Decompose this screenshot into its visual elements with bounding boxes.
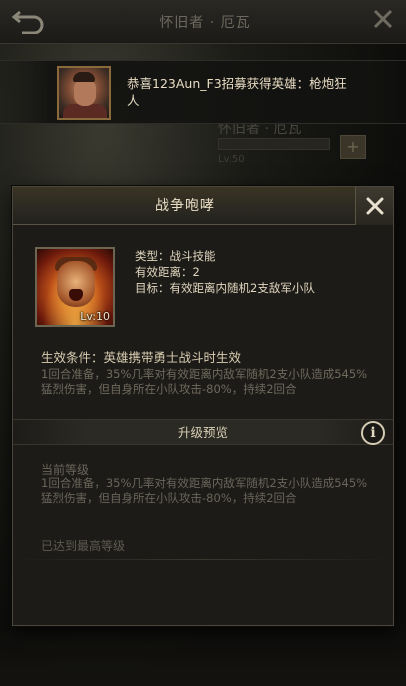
max-level-text: 已达到最高等级 bbox=[41, 539, 126, 553]
skill-target: 目标：有效距离内随机2支敌军小队 bbox=[135, 281, 315, 295]
skill-type: 类型：战斗技能 bbox=[135, 249, 216, 263]
background-progress-bar bbox=[218, 138, 330, 150]
hero-avatar bbox=[57, 66, 111, 120]
dialog-title: 战争咆哮 bbox=[155, 198, 215, 214]
skill-dialog: 战争咆哮 Lv:10 类型：战斗技能 有效距离：2 目标：有效距离内随机2支敌军… bbox=[12, 186, 394, 626]
notification-text: 恭喜123Aun_F3招募获得英雄：枪炮狂人 bbox=[127, 76, 347, 108]
divider bbox=[13, 559, 393, 560]
dialog-header: 战争咆哮 bbox=[13, 187, 393, 225]
close-icon bbox=[366, 197, 384, 215]
skill-icon: Lv:10 bbox=[35, 247, 115, 327]
background-bottom-glow bbox=[0, 626, 406, 686]
effect-description: 1回合准备，35%几率对有效距离内敌军随机2支小队造成545%猛烈伤害，但自身所… bbox=[41, 367, 368, 396]
recruit-notification: 恭喜123Aun_F3招募获得英雄：枪炮狂人 bbox=[0, 60, 406, 124]
background-close-icon[interactable] bbox=[372, 8, 394, 35]
effect-condition: 生效条件：英雄携带勇士战斗时生效 bbox=[41, 350, 242, 365]
background-plus-icon: + bbox=[340, 135, 366, 159]
close-button[interactable] bbox=[355, 187, 393, 225]
skill-level: Lv:10 bbox=[80, 310, 110, 323]
skill-range: 有效距离：2 bbox=[135, 265, 200, 279]
upgrade-preview-bar: 升级预览 i bbox=[13, 419, 393, 445]
skill-info: 类型：战斗技能 有效距离：2 目标：有效距离内随机2支敌军小队 bbox=[135, 249, 375, 297]
background-top-bar: 怀旧者 · 厄瓦 bbox=[0, 0, 406, 44]
background-hero-level: Lv.50 bbox=[218, 154, 245, 165]
background-title: 怀旧者 · 厄瓦 bbox=[159, 15, 251, 31]
back-arrow-icon[interactable] bbox=[10, 8, 50, 36]
upgrade-preview-label: 升级预览 bbox=[177, 425, 228, 440]
info-icon[interactable]: i bbox=[361, 421, 385, 445]
current-level-description: 1回合准备，35%几率对有效距离内敌军随机2支小队造成545%猛烈伤害，但自身所… bbox=[41, 476, 368, 505]
